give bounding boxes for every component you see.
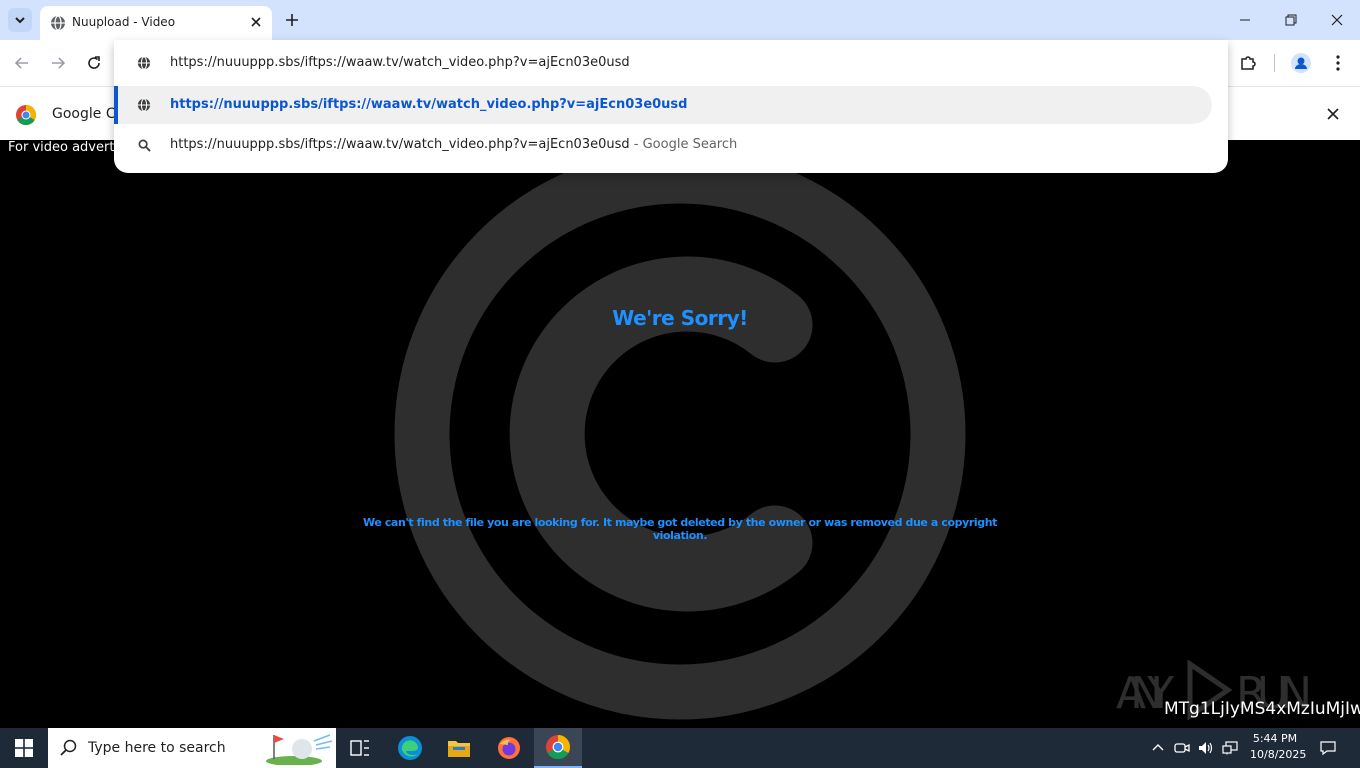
clock-date: 10/8/2025 bbox=[1250, 748, 1307, 761]
chevron-down-icon bbox=[15, 17, 25, 24]
profile-button[interactable] bbox=[1289, 51, 1313, 75]
close-icon bbox=[1331, 14, 1343, 26]
task-view-icon bbox=[350, 740, 369, 756]
back-button[interactable] bbox=[10, 51, 34, 75]
notifications-button[interactable] bbox=[1320, 740, 1336, 756]
avatar-icon bbox=[1291, 53, 1311, 73]
page-content: For video advertise We're Sorry! We can'… bbox=[0, 140, 1360, 728]
meet-now-button[interactable] bbox=[1174, 740, 1190, 756]
menu-button[interactable] bbox=[1326, 51, 1350, 75]
chrome-icon bbox=[546, 735, 570, 759]
arrow-left-icon bbox=[14, 57, 28, 69]
firefox-icon bbox=[498, 737, 520, 759]
camera-icon bbox=[1174, 743, 1190, 753]
tab-close-icon[interactable] bbox=[248, 14, 264, 30]
tab-strip: Nuupload - Video bbox=[0, 0, 1360, 40]
edge-taskbar-button[interactable] bbox=[386, 728, 434, 768]
network-button[interactable] bbox=[1222, 740, 1238, 756]
address-input[interactable]: https://nuuuppp.sbs/iftps://waaw.tv/watc… bbox=[170, 55, 630, 70]
restore-button[interactable] bbox=[1268, 0, 1314, 40]
notification-icon bbox=[1320, 741, 1336, 756]
clock[interactable]: 5:44 PM 10/8/2025 bbox=[1250, 731, 1307, 763]
minimize-icon bbox=[1240, 19, 1250, 21]
close-window-button[interactable] bbox=[1314, 0, 1360, 40]
edge-icon bbox=[398, 736, 422, 760]
clock-time: 5:44 PM bbox=[1252, 732, 1298, 745]
puzzle-icon bbox=[1241, 56, 1256, 70]
error-message: We can't find the file you are looking f… bbox=[362, 516, 997, 542]
taskbar-search-placeholder: Type here to search bbox=[88, 740, 226, 756]
tab-search-button[interactable] bbox=[8, 8, 32, 32]
suggestion-query: https://nuuuppp.sbs/iftps://waaw.tv/watc… bbox=[170, 137, 630, 152]
taskbar: Type here to search 5:44 PM 10/8/2025 bbox=[0, 728, 1360, 768]
search-icon bbox=[136, 137, 152, 153]
globe-icon bbox=[136, 55, 152, 71]
page-title: We're Sorry! bbox=[612, 306, 748, 330]
search-icon bbox=[60, 739, 77, 756]
show-hidden-icons-button[interactable] bbox=[1150, 740, 1166, 756]
suggestion-search-text: https://nuuuppp.sbs/iftps://waaw.tv/watc… bbox=[170, 137, 737, 152]
golf-icon bbox=[266, 734, 333, 765]
infobar-close-icon[interactable] bbox=[1324, 105, 1342, 123]
extensions-button[interactable] bbox=[1236, 51, 1260, 75]
plus-icon bbox=[286, 14, 298, 26]
chrome-logo-icon bbox=[16, 105, 36, 125]
globe-icon bbox=[51, 15, 65, 31]
arrow-right-icon bbox=[52, 57, 66, 69]
suggestion-suffix: - Google Search bbox=[629, 137, 738, 152]
reload-button[interactable] bbox=[82, 51, 106, 75]
firefox-taskbar-button[interactable] bbox=[485, 728, 533, 768]
suggestion-url-text: https://nuuuppp.sbs/iftps://waaw.tv/watc… bbox=[170, 97, 688, 112]
reload-icon bbox=[88, 56, 100, 69]
volume-icon bbox=[1199, 742, 1213, 754]
file-explorer-taskbar-button[interactable] bbox=[435, 728, 483, 768]
omnibox-input-row[interactable]: https://nuuuppp.sbs/iftps://waaw.tv/watc… bbox=[114, 40, 1228, 86]
more-vert-icon bbox=[1336, 55, 1340, 71]
taskbar-search[interactable]: Type here to search bbox=[48, 728, 336, 768]
minimize-button[interactable] bbox=[1222, 0, 1268, 40]
suggestion-url[interactable]: https://nuuuppp.sbs/iftps://waaw.tv/watc… bbox=[114, 86, 1212, 124]
windows-icon bbox=[15, 739, 33, 757]
watermark-code: MTg1LjIyMS4xMzIuMjIw bbox=[1164, 699, 1360, 719]
file-explorer-icon bbox=[448, 741, 470, 757]
globe-icon bbox=[136, 97, 152, 113]
omnibox-dropdown: https://nuuuppp.sbs/iftps://waaw.tv/watc… bbox=[114, 40, 1228, 173]
tab-title: Nuupload - Video bbox=[72, 15, 176, 29]
tab-nuupload[interactable]: Nuupload - Video bbox=[40, 6, 272, 40]
copyright-icon bbox=[394, 155, 966, 720]
network-icon bbox=[1222, 741, 1238, 755]
chevron-up-icon bbox=[1152, 744, 1164, 751]
toolbar-divider bbox=[1274, 54, 1275, 72]
start-button[interactable] bbox=[0, 728, 48, 768]
chrome-taskbar-button[interactable] bbox=[534, 728, 582, 768]
suggestion-search[interactable]: https://nuuuppp.sbs/iftps://waaw.tv/watc… bbox=[114, 126, 1212, 164]
task-view-button[interactable] bbox=[336, 728, 384, 768]
new-tab-button[interactable] bbox=[282, 10, 302, 30]
restore-icon bbox=[1285, 14, 1297, 26]
forward-button[interactable] bbox=[46, 51, 70, 75]
volume-button[interactable] bbox=[1198, 740, 1214, 756]
